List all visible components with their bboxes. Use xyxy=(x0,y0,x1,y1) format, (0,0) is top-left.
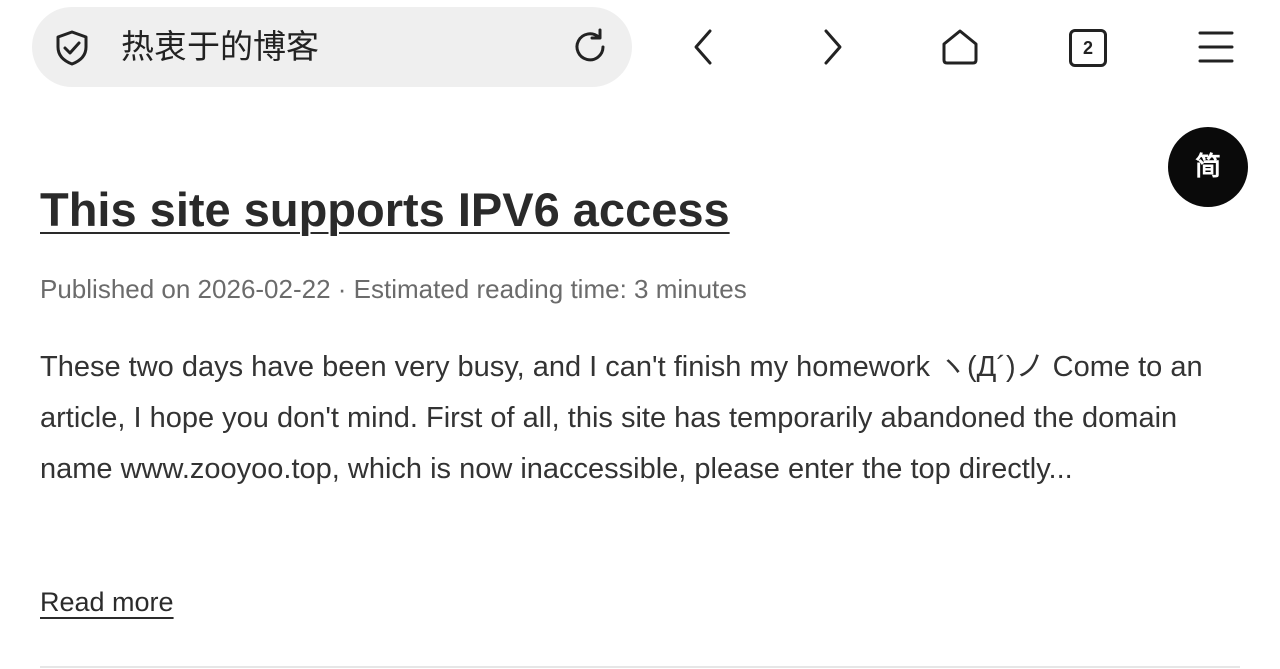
post-title-link[interactable]: This site supports IPV6 access xyxy=(40,180,730,240)
site-title[interactable]: 热衷于的博客 xyxy=(121,22,319,72)
chevron-right-icon[interactable] xyxy=(812,27,852,67)
hamburger-menu-icon[interactable] xyxy=(1196,27,1236,67)
home-icon[interactable] xyxy=(940,27,980,67)
post-excerpt: These two days have been very busy, and … xyxy=(40,351,1203,485)
browser-toolbar: 热衷于的博客 2 xyxy=(0,0,1280,96)
shield-check-icon[interactable] xyxy=(52,28,92,68)
read-more-link[interactable]: Read more xyxy=(40,584,174,620)
post-divider xyxy=(40,666,1240,668)
chevron-left-icon[interactable] xyxy=(684,27,724,67)
post-meta: Published on 2026-02-22 · Estimated read… xyxy=(40,274,747,304)
language-toggle-button[interactable]: 简 xyxy=(1168,127,1248,207)
tabs-counter-button[interactable]: 2 xyxy=(1069,29,1107,67)
reload-icon[interactable] xyxy=(570,27,610,67)
